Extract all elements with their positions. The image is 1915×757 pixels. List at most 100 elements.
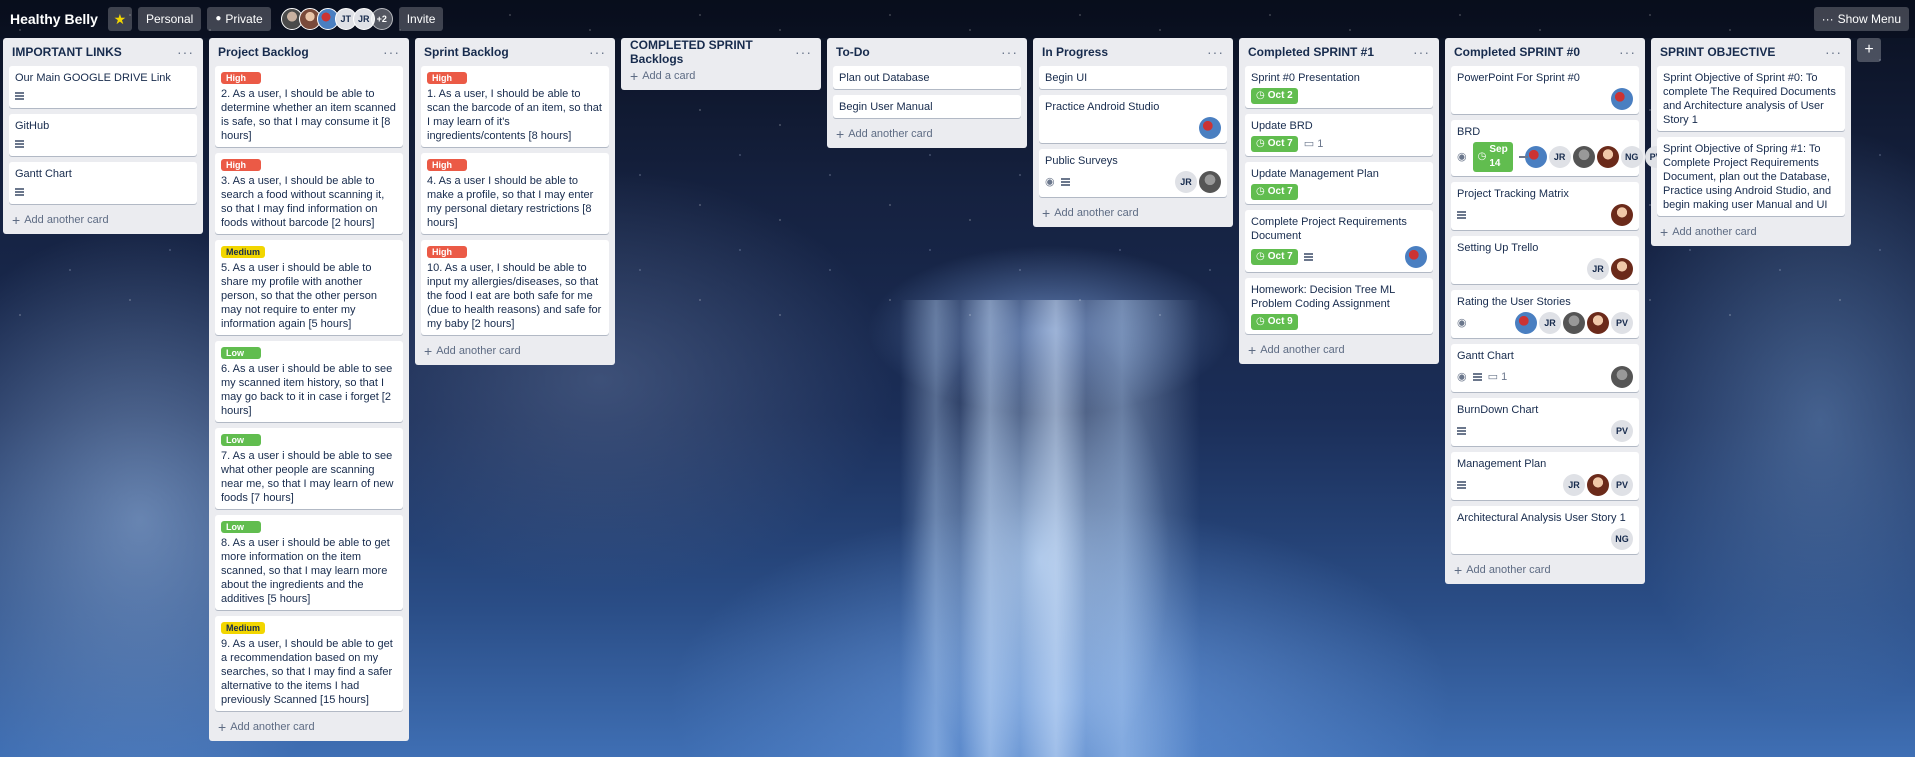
due-date-badge[interactable]: ◷ Oct 9 <box>1251 314 1298 330</box>
card[interactable]: Complete Project Requirements Document ◷ O… <box>1245 210 1433 272</box>
more-members-badge[interactable]: +2 <box>370 8 393 30</box>
add-card-button[interactable]: + Add another card <box>1245 340 1433 360</box>
member-avatar[interactable] <box>1405 246 1427 268</box>
card[interactable]: Project Tracking Matrix <box>1451 182 1639 230</box>
card[interactable]: Management Plan JR PV <box>1451 452 1639 500</box>
card[interactable]: Begin UI <box>1039 66 1227 89</box>
add-card-button[interactable]: + Add another card <box>1039 203 1227 223</box>
card[interactable]: Architectural Analysis User Story 1 NG <box>1451 506 1639 554</box>
list-menu-icon[interactable]: ··· <box>1413 44 1430 60</box>
list-menu-icon[interactable]: ··· <box>1001 44 1018 60</box>
due-date-badge[interactable]: ◷ Oct 7 <box>1251 136 1298 152</box>
member-avatar[interactable]: NG <box>1611 528 1633 550</box>
list-title[interactable]: In Progress <box>1042 45 1108 59</box>
add-card-button[interactable]: + Add another card <box>421 341 609 361</box>
member-avatar[interactable] <box>1572 146 1595 168</box>
list-title[interactable]: Completed SPRINT #0 <box>1454 45 1580 59</box>
list-title[interactable]: SPRINT OBJECTIVE <box>1660 45 1775 59</box>
list-title[interactable]: To-Do <box>836 45 870 59</box>
add-card-button[interactable]: + Add another card <box>1657 222 1845 242</box>
invite-button[interactable]: Invite <box>398 7 444 31</box>
member-avatar[interactable]: PV <box>1611 420 1633 442</box>
list-title[interactable]: Completed SPRINT #1 <box>1248 45 1374 59</box>
card[interactable]: Practice Android Studio <box>1039 95 1227 143</box>
list-menu-icon[interactable]: ··· <box>177 44 194 60</box>
member-avatar[interactable] <box>1515 312 1537 334</box>
card[interactable]: Gantt Chart ◉ ▭ 1 <box>1451 344 1639 392</box>
card[interactable]: Setting Up Trello JR <box>1451 236 1639 284</box>
board-title[interactable]: Healthy Belly <box>6 11 102 27</box>
card[interactable]: BRD ◉ ◷ Sep 14 JR NG PV <box>1451 120 1667 176</box>
list-menu-icon[interactable]: ··· <box>589 44 606 60</box>
add-card-button[interactable]: + Add another card <box>215 717 403 737</box>
due-date-badge[interactable]: ◷ Oct 7 <box>1251 184 1298 200</box>
due-date-badge[interactable]: ◷ Sep 14 <box>1472 142 1513 172</box>
member-avatar[interactable]: JR <box>1539 312 1561 334</box>
list-menu-icon[interactable]: ··· <box>795 44 812 60</box>
member-avatar[interactable] <box>1596 146 1619 168</box>
member-avatar[interactable] <box>1587 474 1609 496</box>
personal-button[interactable]: Personal <box>137 7 202 31</box>
add-card-button[interactable]: + Add a card <box>627 66 815 86</box>
card[interactable]: Update BRD ◷ Oct 7 ▭ 1 <box>1245 114 1433 156</box>
list-menu-icon[interactable]: ··· <box>1207 44 1224 60</box>
member-avatar[interactable]: JR <box>1548 146 1571 168</box>
card[interactable]: Sprint #0 Presentation ◷ Oct 2 <box>1245 66 1433 108</box>
add-card-button[interactable]: + Add another card <box>1451 560 1639 580</box>
card[interactable]: Our Main GOOGLE DRIVE Link <box>9 66 197 108</box>
card[interactable]: PowerPoint For Sprint #0 <box>1451 66 1639 114</box>
menu-dots-icon: ··· <box>1821 12 1834 26</box>
list-title[interactable]: IMPORTANT LINKS <box>12 45 122 59</box>
card[interactable]: High 10. As a user, I should be able to i… <box>421 240 609 335</box>
card[interactable]: High 2. As a user, I should be able to de… <box>215 66 403 147</box>
card[interactable]: Homework: Decision Tree ML Problem Codin… <box>1245 278 1433 334</box>
card[interactable]: Low 6. As a user i should be able to see … <box>215 341 403 422</box>
member-avatar[interactable] <box>1199 171 1221 193</box>
star-icon[interactable]: ★ <box>107 7 132 31</box>
member-avatar[interactable]: NG <box>1620 146 1643 168</box>
member-avatar[interactable] <box>1611 88 1633 110</box>
card[interactable]: BurnDown Chart PV <box>1451 398 1639 446</box>
member-avatar[interactable]: JR <box>1563 474 1585 496</box>
card[interactable]: Gantt Chart <box>9 162 197 204</box>
list-title[interactable]: Sprint Backlog <box>424 45 509 59</box>
member-avatar[interactable]: JR <box>1175 171 1197 193</box>
card[interactable]: Medium 5. As a user i should be able to s… <box>215 240 403 335</box>
add-card-button[interactable]: + Add another card <box>833 124 1021 144</box>
list-title[interactable]: COMPLETED SPRINT Backlogs <box>630 38 795 66</box>
card[interactable]: High 3. As a user, I should be able to se… <box>215 153 403 234</box>
list-menu-icon[interactable]: ··· <box>1619 44 1636 60</box>
card[interactable]: Begin User Manual <box>833 95 1021 118</box>
due-date-badge[interactable]: ◷ Oct 2 <box>1251 88 1298 104</box>
card[interactable]: Sprint Objective of Sprint #0: To comple… <box>1657 66 1845 131</box>
card[interactable]: Plan out Database <box>833 66 1021 89</box>
private-button[interactable]: ● Private <box>207 7 271 31</box>
member-avatar[interactable]: PV <box>1611 474 1633 496</box>
add-card-button[interactable]: + Add another card <box>9 210 197 230</box>
add-list-button[interactable]: + <box>1857 38 1881 62</box>
member-avatar[interactable] <box>1587 312 1609 334</box>
due-date-badge[interactable]: ◷ Oct 7 <box>1251 249 1298 265</box>
member-avatar[interactable]: PV <box>1611 312 1633 334</box>
member-avatar[interactable] <box>1563 312 1585 334</box>
list-menu-icon[interactable]: ··· <box>383 44 400 60</box>
card[interactable]: Rating the User Stories ◉ JR PV <box>1451 290 1639 338</box>
list-menu-icon[interactable]: ··· <box>1825 44 1842 60</box>
member-avatar[interactable] <box>1524 146 1547 168</box>
card[interactable]: GitHub <box>9 114 197 156</box>
card[interactable]: High 4. As a user I should be able to mak… <box>421 153 609 234</box>
card[interactable]: Medium 9. As a user, I should be able to … <box>215 616 403 711</box>
list-title[interactable]: Project Backlog <box>218 45 309 59</box>
card[interactable]: High 1. As a user, I should be able to sc… <box>421 66 609 147</box>
show-menu-button[interactable]: ··· Show Menu <box>1813 7 1909 31</box>
card[interactable]: Low 7. As a user i should be able to see … <box>215 428 403 509</box>
member-avatar[interactable]: JR <box>1587 258 1609 280</box>
card[interactable]: Update Management Plan ◷ Oct 7 <box>1245 162 1433 204</box>
card[interactable]: Low 8. As a user i should be able to get … <box>215 515 403 610</box>
member-avatar[interactable] <box>1199 117 1221 139</box>
member-avatar[interactable] <box>1611 258 1633 280</box>
card[interactable]: Sprint Objective of Spring #1: To Comple… <box>1657 137 1845 216</box>
card[interactable]: Public Surveys ◉ JR <box>1039 149 1227 197</box>
member-avatar[interactable] <box>1611 366 1633 388</box>
member-avatar[interactable] <box>1611 204 1633 226</box>
